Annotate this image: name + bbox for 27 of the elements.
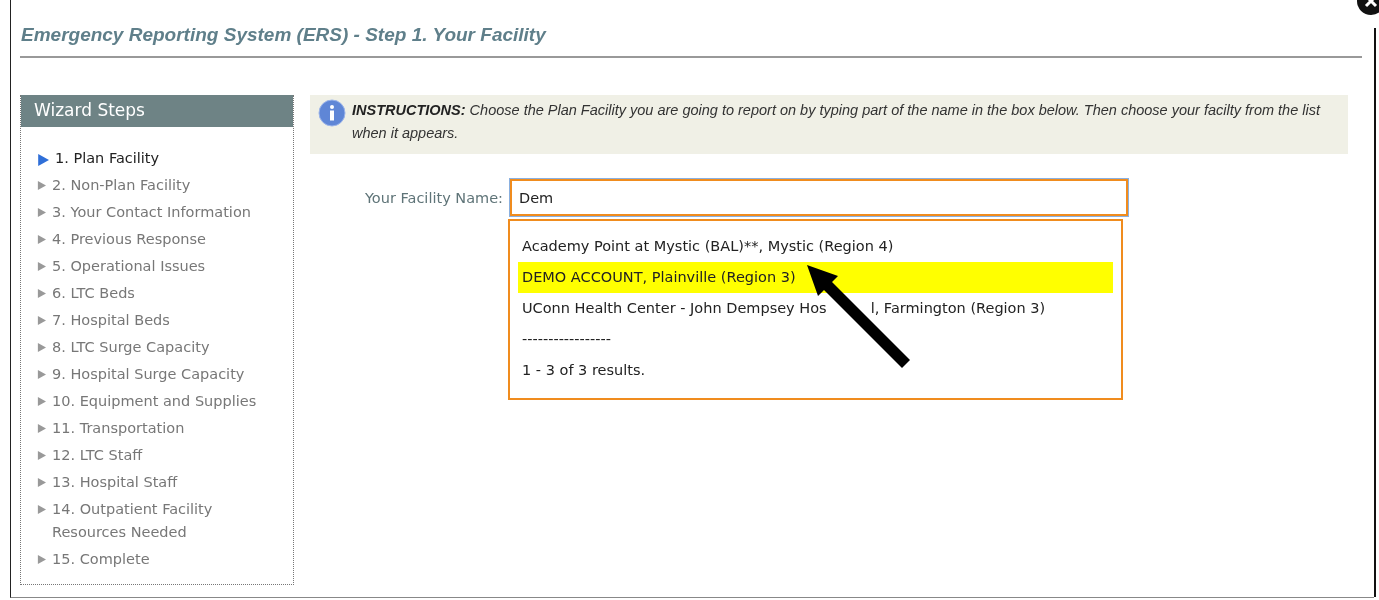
wizard-step[interactable]: 15. Complete xyxy=(52,546,150,573)
wizard-step[interactable]: 14. Outpatient Facility Resources Needed xyxy=(52,496,266,546)
wizard-step[interactable]: 1. Plan Facility xyxy=(55,145,160,172)
page-title: Emergency Reporting System (ERS) - Step 1. Your Facility xyxy=(20,22,1362,58)
panel-title: Wizard Steps xyxy=(21,95,293,127)
suggestion-item[interactable]: DEMO ACCOUNT, Plainville (Region 3) xyxy=(518,262,1113,293)
wizard-step[interactable]: 12. LTC Staff xyxy=(52,442,143,469)
wizard-step[interactable]: 4. Previous Response xyxy=(52,226,206,253)
wizard-step[interactable]: 2. Non-Plan Facility xyxy=(52,172,191,199)
wizard-step[interactable]: 6. LTC Beds xyxy=(52,280,135,307)
wizard-step[interactable]: 9. Hospital Surge Capacity xyxy=(52,361,245,388)
wizard-step[interactable]: 10. Equipment and Supplies xyxy=(52,388,257,415)
wizard-step[interactable]: 8. LTC Surge Capacity xyxy=(52,334,210,361)
wizard-step[interactable]: 7. Hospital Beds xyxy=(52,307,170,334)
separator-text: ----------------- xyxy=(521,330,612,349)
results-count: 1 - 3 of 3 results. xyxy=(521,361,647,380)
info-icon xyxy=(318,99,346,127)
wizard-step[interactable]: 5. Operational Issues xyxy=(52,253,206,280)
suggestion-item[interactable]: UConn Health Center - John Dempsey Hos xyxy=(522,300,827,316)
facility-name-field[interactable]: Dem xyxy=(510,179,1128,216)
wizard-step[interactable]: 3. Your Contact Information xyxy=(52,199,251,226)
wizard-step[interactable]: 13. Hospital Staff xyxy=(52,469,178,496)
suggestion-item[interactable]: Academy Point at Mystic (BAL)**, Mystic (Region 4) xyxy=(518,231,1113,262)
field-label: Your Facility Name: xyxy=(363,189,504,206)
suggestion-item[interactable]: l, Farmington (Region 3) xyxy=(870,300,1046,316)
wizard-step[interactable]: 11. Transportation xyxy=(52,415,185,442)
instructions-text: INSTRUCTIONS: Choose the Plan Facility you are going to report on by typing part of the name in the box below. Then choose your facilty from the list when it appears. xyxy=(352,101,1322,143)
